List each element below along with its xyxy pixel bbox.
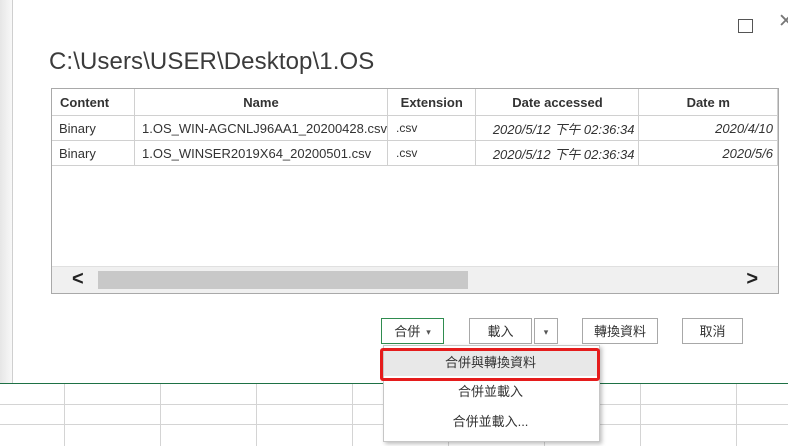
left-edge-shade bbox=[0, 0, 12, 445]
close-icon[interactable]: ✕ bbox=[778, 10, 788, 33]
load-button[interactable]: 載入 bbox=[469, 318, 532, 344]
column-header-content[interactable]: Content bbox=[52, 89, 136, 116]
scroll-right-icon[interactable]: > bbox=[746, 268, 758, 291]
highlight-annotation-box bbox=[380, 348, 600, 381]
maximize-icon[interactable] bbox=[738, 19, 753, 33]
table-header-row: Content Name Extension Date accessed Dat… bbox=[52, 89, 778, 116]
menu-item-combine-and-load-to[interactable]: 合併並載入... bbox=[384, 409, 597, 435]
column-header-extension[interactable]: Extension bbox=[387, 89, 477, 116]
cell-extension: .csv bbox=[387, 140, 477, 166]
cell-date-modified: 2020/4/10 bbox=[638, 115, 778, 141]
cell-name: 1.OS_WIN-AGCNLJ96AA1_20200428.csv bbox=[134, 115, 388, 141]
column-header-date-modified[interactable]: Date m bbox=[638, 89, 778, 116]
cell-date-accessed: 2020/5/12 下午 02:36:34 bbox=[475, 140, 640, 166]
chevron-down-icon: ▾ bbox=[426, 327, 431, 337]
column-header-date-accessed[interactable]: Date accessed bbox=[475, 89, 640, 116]
combine-button-label: 合併 bbox=[394, 324, 421, 339]
scrollbar-thumb[interactable] bbox=[98, 271, 468, 289]
cell-name: 1.OS_WINSER2019X64_20200501.csv bbox=[134, 140, 388, 166]
table-row[interactable]: Binary 1.OS_WIN-AGCNLJ96AA1_20200428.csv… bbox=[52, 115, 778, 141]
scroll-left-icon[interactable]: < bbox=[72, 268, 84, 291]
file-list-table: Content Name Extension Date accessed Dat… bbox=[51, 88, 779, 294]
column-header-name[interactable]: Name bbox=[134, 89, 388, 116]
folder-path-title: C:\Users\USER\Desktop\1.OS bbox=[49, 48, 375, 75]
cell-extension: .csv bbox=[387, 115, 477, 141]
load-dropdown-button[interactable]: ▾ bbox=[534, 318, 558, 344]
transform-data-button[interactable]: 轉換資料 bbox=[582, 318, 658, 344]
cell-date-accessed: 2020/5/12 下午 02:36:34 bbox=[475, 115, 640, 141]
cell-content: Binary bbox=[52, 140, 136, 166]
chevron-down-icon: ▾ bbox=[543, 327, 549, 337]
cancel-button[interactable]: 取消 bbox=[682, 318, 743, 344]
horizontal-scrollbar[interactable]: < > bbox=[52, 266, 778, 293]
table-row[interactable]: Binary 1.OS_WINSER2019X64_20200501.csv .… bbox=[52, 140, 778, 166]
cell-date-modified: 2020/5/6 bbox=[638, 140, 778, 166]
menu-item-combine-and-load[interactable]: 合併並載入 bbox=[384, 379, 597, 405]
cell-content: Binary bbox=[52, 115, 136, 141]
combine-button[interactable]: 合併 ▾ bbox=[381, 318, 444, 344]
